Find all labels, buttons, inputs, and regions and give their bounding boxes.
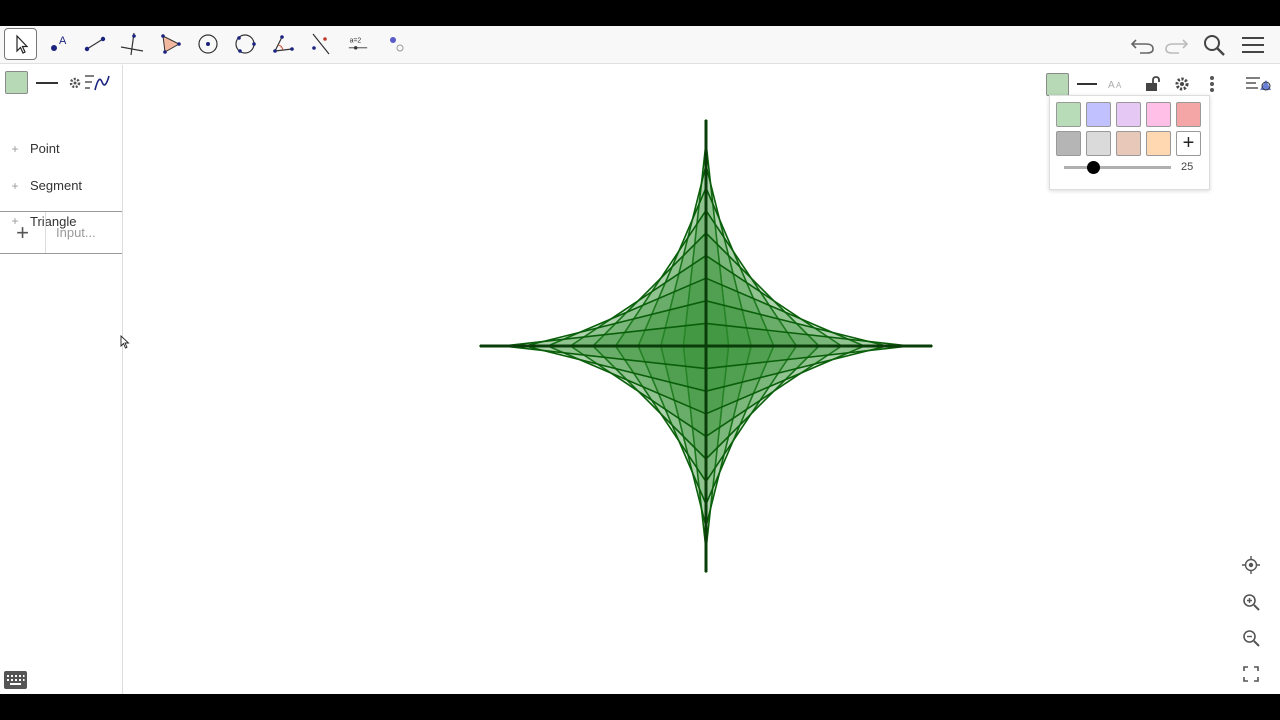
svg-text:A: A <box>1108 80 1115 91</box>
gear-sort-icon <box>69 75 110 91</box>
angle-tool-button[interactable] <box>266 28 299 60</box>
more-tools-button[interactable] <box>379 28 412 60</box>
virtual-keyboard-button[interactable] <box>4 671 27 689</box>
graphics-view[interactable]: AA + 25 <box>129 65 1280 694</box>
polygon-tool-button[interactable] <box>153 28 186 60</box>
opacity-slider-handle[interactable] <box>1087 161 1100 174</box>
undo-icon <box>1130 39 1154 54</box>
algebra-input-row[interactable]: + Input... <box>0 211 122 254</box>
fill-color-button[interactable] <box>5 71 28 94</box>
algebra-group-label: Segment <box>30 178 83 193</box>
zoom-in-icon <box>1243 594 1260 611</box>
algebra-input-field[interactable]: Input... <box>46 225 96 240</box>
color-swatch-green[interactable] <box>1056 102 1081 127</box>
algebra-view: + Point + Segment + Triangle + Input... <box>0 65 123 694</box>
opacity-value: 25 <box>1181 161 1194 173</box>
svg-text:a=2: a=2 <box>349 37 361 44</box>
zoom-out-icon <box>1243 630 1260 647</box>
expand-icon[interactable]: + <box>0 142 30 156</box>
kebab-menu-icon <box>1210 76 1214 92</box>
color-swatch <box>1045 72 1069 96</box>
add-input-button[interactable]: + <box>0 212 46 253</box>
text-size-icon: AA <box>1108 80 1122 91</box>
add-custom-color-button[interactable]: + <box>1176 131 1201 156</box>
point-tool-button[interactable]: A <box>41 28 74 60</box>
style-bar-toggle-icon <box>1246 77 1271 91</box>
object-settings-button[interactable] <box>1169 71 1195 97</box>
color-picker-popup: + 25 <box>1049 95 1210 190</box>
geogebra-app: A a=2 + Point + Segment + Triangle + Inp… <box>0 26 1280 694</box>
algebra-group-segment[interactable]: + Segment <box>0 167 122 204</box>
search-icon <box>1204 35 1225 56</box>
color-swatch-gray[interactable] <box>1056 131 1081 156</box>
svg-text:A: A <box>59 35 67 47</box>
zoom-in-button[interactable] <box>1236 587 1266 617</box>
search-button[interactable] <box>1199 30 1229 60</box>
gear-icon <box>1175 77 1189 91</box>
perpendicular-icon <box>120 32 143 56</box>
algebra-style-bar <box>0 65 123 101</box>
mouse-cursor <box>120 334 130 354</box>
arrow-pointer-icon <box>15 34 28 54</box>
move-tool-button[interactable] <box>4 28 37 60</box>
color-swatch-tan[interactable] <box>1116 131 1141 156</box>
standard-view-button[interactable] <box>1236 550 1266 580</box>
more-options-button[interactable] <box>1199 71 1225 97</box>
color-swatch-blue[interactable] <box>1086 102 1111 127</box>
redo-icon <box>1165 39 1189 54</box>
circle-three-points-tool-button[interactable] <box>228 28 261 60</box>
cursor-arrow-icon <box>120 334 130 349</box>
color-swatch-light-gray[interactable] <box>1086 131 1111 156</box>
circle-three-points-icon <box>234 34 256 54</box>
hamburger-menu-icon <box>1242 37 1264 53</box>
keyboard-icon <box>7 675 25 685</box>
svg-text:A: A <box>1116 81 1122 90</box>
opacity-slider-track[interactable] <box>1064 166 1171 169</box>
circle-center-point-tool-button[interactable] <box>191 28 224 60</box>
line-style-icon <box>1077 83 1097 85</box>
toolbar: A a=2 <box>0 26 1280 64</box>
redo-button[interactable] <box>1161 30 1191 60</box>
zoom-out-button[interactable] <box>1236 623 1266 653</box>
object-color-button[interactable] <box>1044 71 1070 97</box>
undo-button[interactable] <box>1128 30 1158 60</box>
algebra-group-label: Point <box>30 141 60 156</box>
main-menu-button[interactable] <box>1238 30 1268 60</box>
line-style-button[interactable] <box>1074 71 1100 97</box>
target-icon <box>1242 556 1260 574</box>
color-swatch-peach[interactable] <box>1146 131 1171 156</box>
unlock-icon <box>1146 76 1160 91</box>
point-icon: A <box>50 35 67 51</box>
line-style-icon <box>36 82 58 84</box>
plus-icon: + <box>16 219 29 245</box>
algebra-group-point[interactable]: + Point <box>0 130 122 167</box>
segment-tool-button[interactable] <box>78 28 111 60</box>
perpendicular-line-tool-button[interactable] <box>115 28 148 60</box>
color-swatch-pink[interactable] <box>1146 102 1171 127</box>
reflect-icon <box>311 33 329 55</box>
circle-center-icon <box>197 34 218 54</box>
angle-icon <box>272 35 294 53</box>
segment-icon <box>84 36 105 52</box>
polygon-icon <box>160 34 181 54</box>
line-style-button[interactable] <box>34 71 60 95</box>
slider-tool-button[interactable]: a=2 <box>341 28 374 60</box>
fullscreen-icon <box>1243 666 1259 682</box>
fullscreen-button[interactable] <box>1236 659 1266 689</box>
lock-button[interactable] <box>1139 71 1165 97</box>
algebra-settings-button[interactable] <box>66 71 116 95</box>
color-swatch-lavender[interactable] <box>1116 102 1141 127</box>
color-swatch-red[interactable] <box>1176 102 1201 127</box>
reflect-tool-button[interactable] <box>303 28 336 60</box>
toggle-style-bar-button[interactable] <box>1243 71 1273 97</box>
dots-tools-icon <box>389 37 403 52</box>
plus-icon: + <box>1182 132 1195 154</box>
slider-icon: a=2 <box>348 37 367 50</box>
expand-icon[interactable]: + <box>0 179 30 193</box>
text-size-button[interactable]: AA <box>1104 71 1130 97</box>
